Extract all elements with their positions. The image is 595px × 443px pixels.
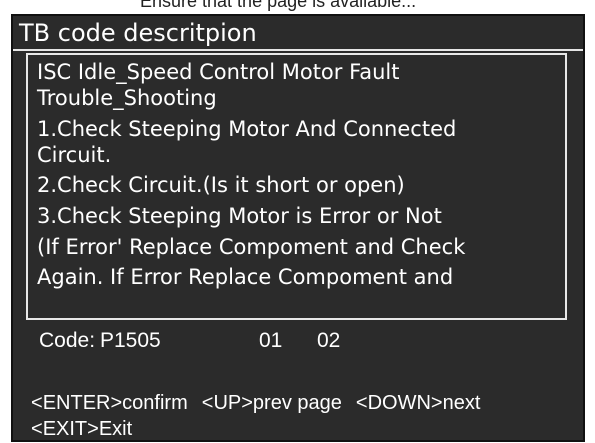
diagnostic-screen: TB code descritpion ISC Idle_Speed Contr…: [11, 14, 585, 442]
code-value: P1505: [100, 329, 161, 352]
status-footer: Code: P1505 01 02 <ENTER>confirm <UP>prev…: [13, 320, 583, 440]
right-angle-icon: >: [110, 392, 123, 414]
up-action-label: prev page: [252, 392, 342, 414]
description-line: Trouble_Shooting: [37, 86, 217, 110]
up-key-hint[interactable]: <UP>prev page: [202, 391, 342, 415]
description-line: 2.Check Circuit.(Is it short or open): [37, 173, 405, 197]
top-cutoff-text: Ensure that the page is available...: [0, 0, 595, 14]
description-line: ISC Idle_Speed Control Motor Fault: [37, 60, 400, 84]
left-angle-icon: <: [31, 392, 43, 414]
description-line: 3.Check Steeping Motor is Error or Not: [37, 204, 442, 228]
exit-key-label: EXIT: [42, 418, 88, 440]
description-line: 1.Check Steeping Motor And Connected: [37, 117, 457, 141]
code-field-1: 01: [259, 329, 283, 352]
up-key-label: UP: [213, 392, 242, 414]
exit-key-hint[interactable]: <EXIT>Exit: [31, 417, 132, 441]
enter-key-label: ENTER: [42, 392, 111, 414]
key-hints-row-2: <EXIT>Exit: [31, 417, 132, 441]
description-line: Again. If Error Replace Compoment and: [37, 265, 454, 289]
down-key-hint[interactable]: <DOWN>next: [356, 391, 481, 415]
code-label: Code:: [39, 329, 96, 352]
down-key-label: DOWN: [367, 392, 431, 414]
description-line: Circuit.: [37, 143, 112, 167]
down-action-label: next: [442, 392, 481, 414]
left-angle-icon: <: [31, 418, 43, 440]
left-angle-icon: <: [201, 392, 214, 414]
description-panel[interactable]: ISC Idle_Speed Control Motor Fault Troub…: [26, 53, 567, 320]
enter-action-label: confirm: [122, 392, 188, 414]
right-angle-icon: >: [87, 418, 99, 440]
left-angle-icon: <: [355, 392, 368, 414]
description-line: (If Error' Replace Compoment and Check: [37, 235, 466, 259]
enter-key-hint[interactable]: <ENTER>confirm: [31, 391, 188, 415]
title-divider: [13, 49, 583, 51]
right-angle-icon: >: [430, 392, 443, 414]
exit-action-label: Exit: [98, 418, 133, 440]
key-hints-row-1: <ENTER>confirm <UP>prev page <DOWN>next: [31, 391, 480, 415]
page-title: TB code descritpion: [19, 19, 257, 47]
right-angle-icon: >: [241, 392, 253, 414]
code-field-2: 02: [317, 329, 341, 352]
top-cutoff-label: Ensure that the page is available...: [140, 0, 417, 11]
